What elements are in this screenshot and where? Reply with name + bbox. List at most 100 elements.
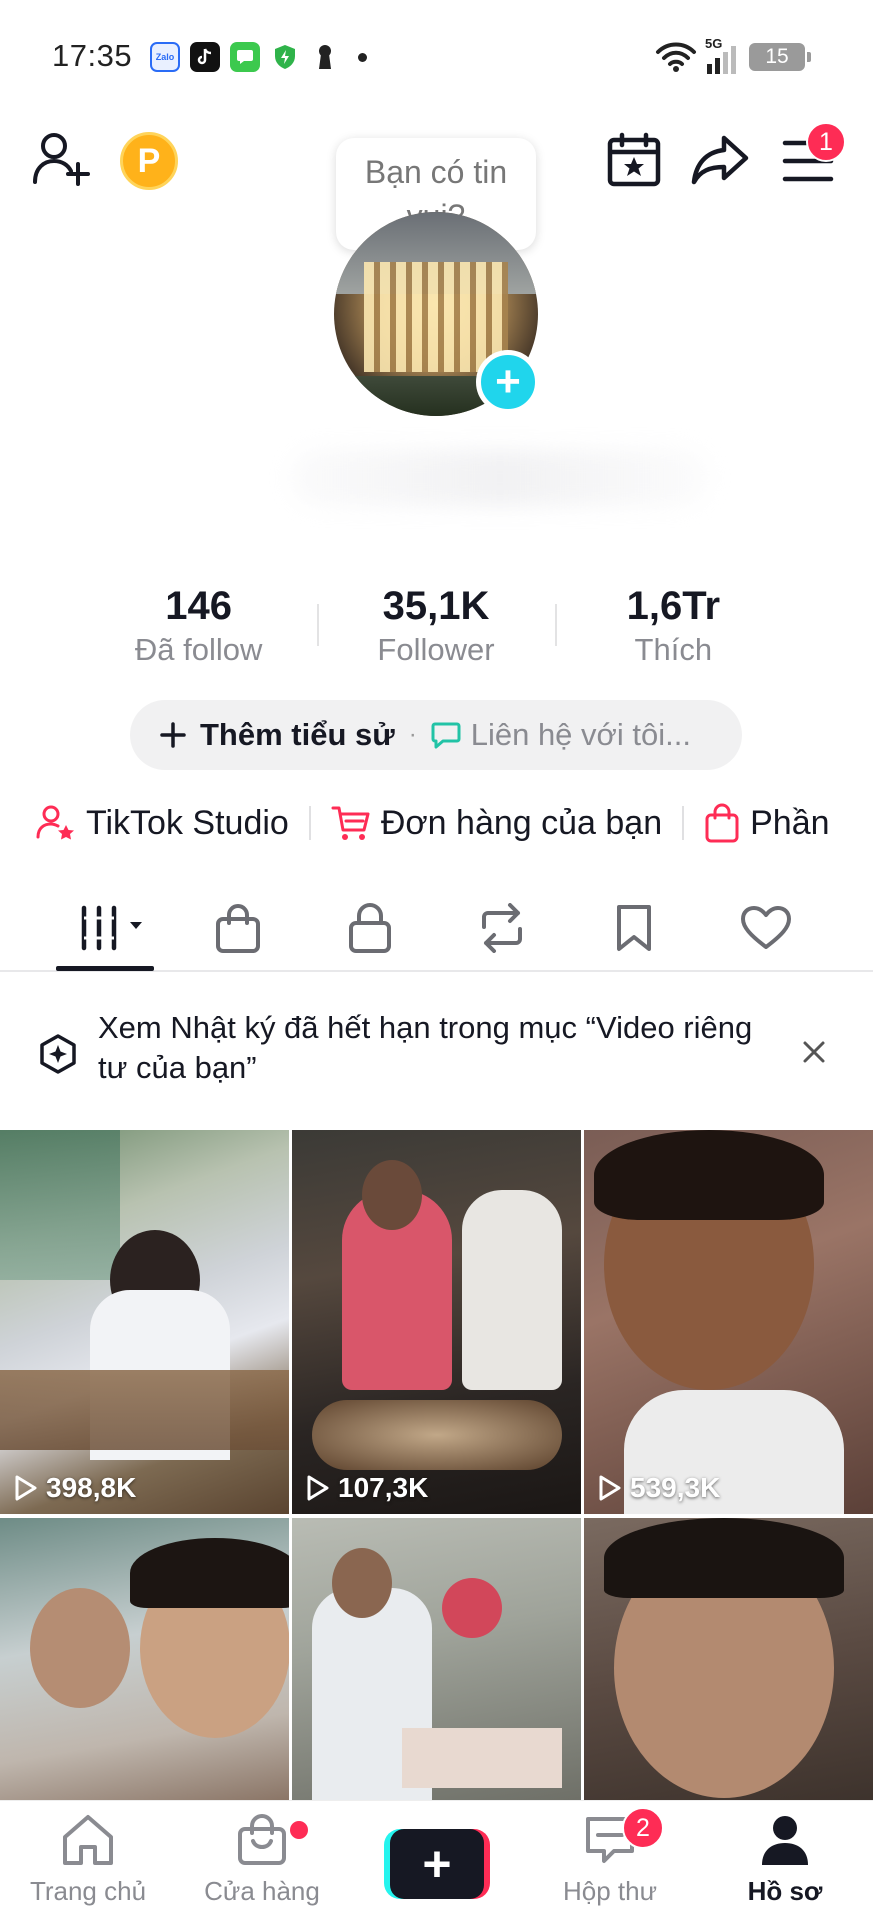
expired-diary-banner[interactable]: Xem Nhật ký đã hết hạn trong mục “Video …: [0, 1000, 873, 1108]
saved-bookmark-icon: [617, 905, 651, 951]
play-icon: [599, 1475, 621, 1501]
view-count: 539,3K: [598, 1472, 720, 1504]
play-icon: [307, 1475, 329, 1501]
zalo-icon: Zalo: [150, 42, 180, 72]
view-count-label: 539,3K: [630, 1472, 721, 1503]
points-coin-button[interactable]: P: [120, 132, 178, 190]
tab-private[interactable]: [340, 898, 400, 958]
profile-icon: [762, 1816, 808, 1865]
stat-label: Thích: [634, 632, 713, 667]
status-bar: 17:35 Zalo 5G 15: [0, 0, 873, 110]
menu-notification-badge: 1: [806, 122, 846, 162]
signal-icon: 5G: [705, 36, 741, 74]
add-bio-button[interactable]: Thêm tiểu sử: [160, 717, 395, 753]
battery-indicator: 15: [749, 43, 811, 71]
cart-icon: [331, 806, 370, 840]
contact-button[interactable]: Liên hệ với tôi...: [431, 717, 691, 753]
shield-icon: [270, 42, 300, 72]
messages-icon: [230, 42, 260, 72]
tab-videos[interactable]: [76, 898, 156, 958]
shop-bag-icon: [216, 904, 260, 953]
content-tabs: [0, 884, 873, 972]
shortcuts-row: TikTok Studio Đơn hàng của bạn Phần: [36, 798, 873, 848]
share-icon[interactable]: [690, 132, 750, 193]
bottom-navigation: Trang chủ Cửa hàng + Hộp thư 2 Hồ sơ: [0, 1800, 873, 1920]
stat-likes[interactable]: 1,6Tr Thích: [554, 584, 792, 667]
bio-separator: ·: [408, 721, 417, 748]
create-button[interactable]: +: [384, 1829, 490, 1899]
play-icon: [15, 1475, 37, 1501]
stat-label: Đã follow: [134, 632, 263, 667]
orders-label: Đơn hàng của bạn: [380, 803, 663, 842]
close-icon[interactable]: [800, 1038, 828, 1066]
video-thumbnail[interactable]: 107,3K: [292, 1130, 581, 1514]
shop-icon: [238, 1814, 286, 1865]
divider: [682, 806, 685, 840]
repost-icon: [482, 903, 522, 953]
sparkle-icon: [40, 1034, 76, 1074]
contact-label: Liên hệ với tôi...: [470, 717, 691, 752]
nav-inbox[interactable]: Hộp thư: [530, 1813, 690, 1907]
tiktok-icon: [190, 42, 220, 72]
stat-value: 35,1K: [382, 584, 490, 628]
nav-profile-label: Hồ sơ: [747, 1876, 823, 1906]
network-type: 5G: [705, 36, 723, 51]
stat-followers[interactable]: 35,1K Follower: [317, 584, 554, 667]
private-lock-icon: [349, 903, 391, 953]
tab-shop[interactable]: [208, 898, 268, 958]
video-thumbnail[interactable]: 398,8K: [0, 1130, 289, 1514]
username-blurred: [290, 450, 710, 506]
shop-notification-dot: [290, 1821, 308, 1839]
shopping-link[interactable]: Phần: [704, 803, 830, 843]
nav-home[interactable]: Trang chủ: [8, 1813, 168, 1907]
stat-following[interactable]: 146 Đã follow: [80, 584, 317, 667]
stat-value: 1,6Tr: [626, 584, 721, 628]
wifi-icon: [656, 42, 696, 72]
view-count-label: 398,8K: [46, 1472, 137, 1503]
tab-reposts[interactable]: [472, 898, 532, 958]
plus-icon: [160, 722, 186, 748]
video-grid: 398,8K 107,3K 539,3K: [0, 1130, 873, 1818]
nav-shop-label: Cửa hàng: [204, 1876, 320, 1906]
videos-grid-icon: [81, 905, 142, 951]
tiktok-studio-label: TikTok Studio: [86, 803, 289, 842]
video-thumbnail[interactable]: 539,3K: [584, 1130, 873, 1514]
shopping-label: Phần: [750, 803, 830, 842]
tab-liked[interactable]: [736, 898, 796, 958]
add-friend-icon[interactable]: [32, 130, 92, 191]
video-thumbnail[interactable]: [0, 1518, 289, 1818]
calendar-star-icon[interactable]: [606, 132, 662, 193]
add-bio-label: Thêm tiểu sử: [200, 717, 395, 752]
nav-home-label: Trang chủ: [29, 1876, 147, 1906]
view-count: 398,8K: [14, 1472, 136, 1504]
keyhole-icon: [310, 42, 340, 72]
nav-profile[interactable]: Hồ sơ: [705, 1813, 865, 1907]
bio-pill: Thêm tiểu sử · Liên hệ với tôi...: [130, 700, 742, 770]
nav-inbox-label: Hộp thư: [562, 1876, 657, 1906]
profile-stats: 146 Đã follow 35,1K Follower 1,6Tr Thích: [80, 584, 792, 667]
tab-saved[interactable]: [604, 898, 664, 958]
divider: [308, 806, 311, 840]
banner-text: Xem Nhật ký đã hết hạn trong mục “Video …: [98, 1010, 753, 1085]
video-thumbnail[interactable]: [292, 1518, 581, 1818]
more-notifications-dot: [358, 52, 367, 62]
stat-label: Follower: [377, 632, 495, 667]
add-story-plus-button[interactable]: +: [476, 350, 540, 414]
person-star-icon: [36, 805, 74, 840]
home-icon: [63, 1815, 113, 1865]
view-count: 107,3K: [306, 1472, 428, 1504]
tiktok-studio-link[interactable]: TikTok Studio: [36, 803, 289, 843]
video-thumbnail[interactable]: [584, 1518, 873, 1818]
chat-bubble-icon: [431, 722, 461, 749]
status-right: 5G 15: [655, 36, 811, 74]
status-time: 17:35: [52, 38, 133, 73]
notification-icons: Zalo: [150, 42, 367, 72]
orders-link[interactable]: Đơn hàng của bạn: [331, 804, 662, 843]
nav-shop[interactable]: Cửa hàng: [182, 1813, 342, 1907]
create-plus-icon: +: [390, 1829, 484, 1899]
active-tab-indicator: [56, 966, 154, 971]
view-count-label: 107,3K: [338, 1472, 429, 1503]
stat-value: 146: [165, 584, 233, 628]
inbox-notification-badge: 2: [622, 1807, 664, 1849]
liked-heart-icon: [741, 906, 791, 949]
